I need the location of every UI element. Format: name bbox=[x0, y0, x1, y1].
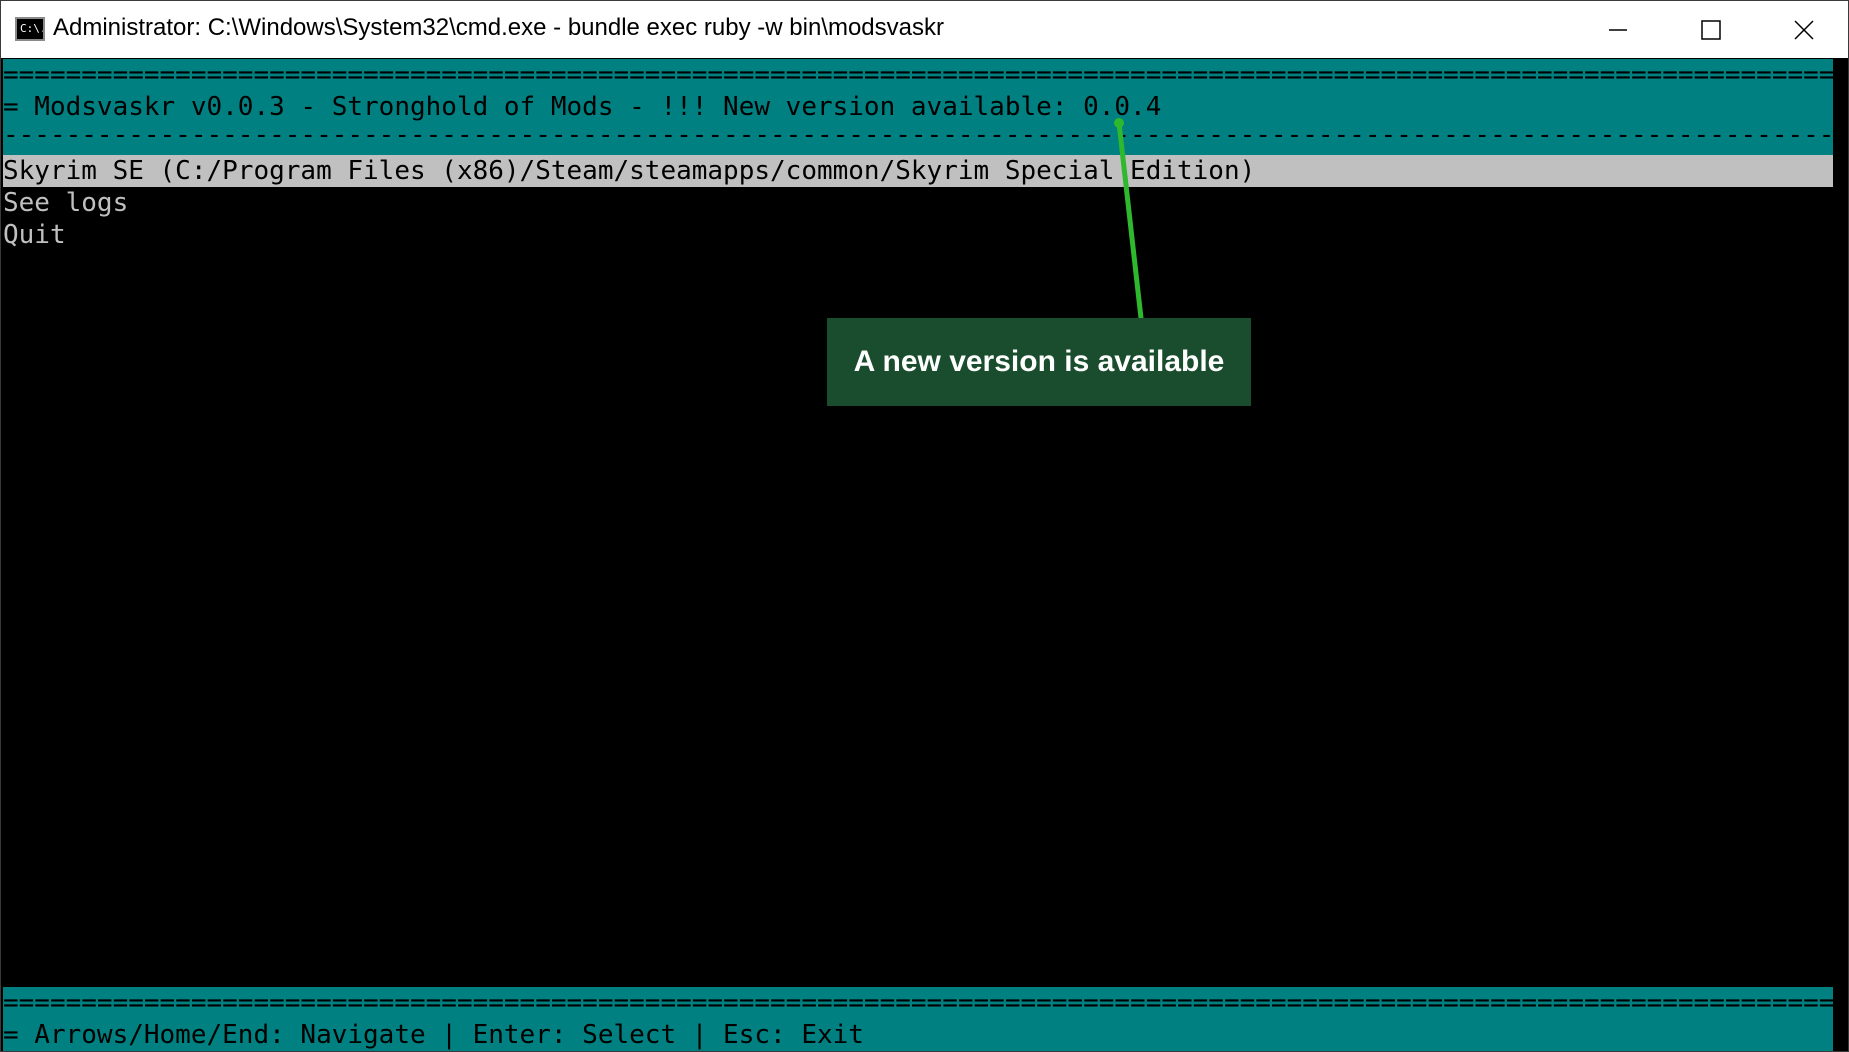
minimize-icon bbox=[1608, 28, 1627, 31]
minimize-button[interactable] bbox=[1571, 1, 1664, 58]
menu-item-see-logs[interactable]: See logs bbox=[3, 187, 1833, 219]
cmd-window: C:\. Administrator: C:\Windows\System32\… bbox=[0, 0, 1849, 1052]
footer-help-line: = Arrows/Home/End: Navigate | Enter: Sel… bbox=[3, 1019, 1833, 1051]
cmd-app-icon[interactable]: C:\. bbox=[15, 17, 45, 41]
vertical-scrollbar[interactable] bbox=[1833, 59, 1848, 1051]
footer-rule: ========================================… bbox=[3, 987, 1833, 1019]
title-bar[interactable]: C:\. Administrator: C:\Windows\System32\… bbox=[1, 1, 1848, 58]
terminal-output[interactable]: ========================================… bbox=[3, 59, 1833, 1051]
close-icon bbox=[1793, 19, 1814, 40]
maximize-icon bbox=[1700, 19, 1721, 40]
header-title-line: = Modsvaskr v0.0.3 - Stronghold of Mods … bbox=[3, 91, 1833, 123]
header-rule-bottom: ----------------------------------------… bbox=[3, 123, 1833, 149]
menu-item-skyrim-se[interactable]: Skyrim SE (C:/Program Files (x86)/Steam/… bbox=[3, 155, 1833, 187]
header-rule-top: ========================================… bbox=[3, 59, 1833, 91]
new-version-callout: A new version is available bbox=[827, 318, 1251, 406]
menu-item-quit[interactable]: Quit bbox=[3, 219, 1833, 251]
window-title: Administrator: C:\Windows\System32\cmd.e… bbox=[53, 14, 944, 41]
close-button[interactable] bbox=[1757, 1, 1849, 58]
maximize-button[interactable] bbox=[1664, 1, 1757, 58]
